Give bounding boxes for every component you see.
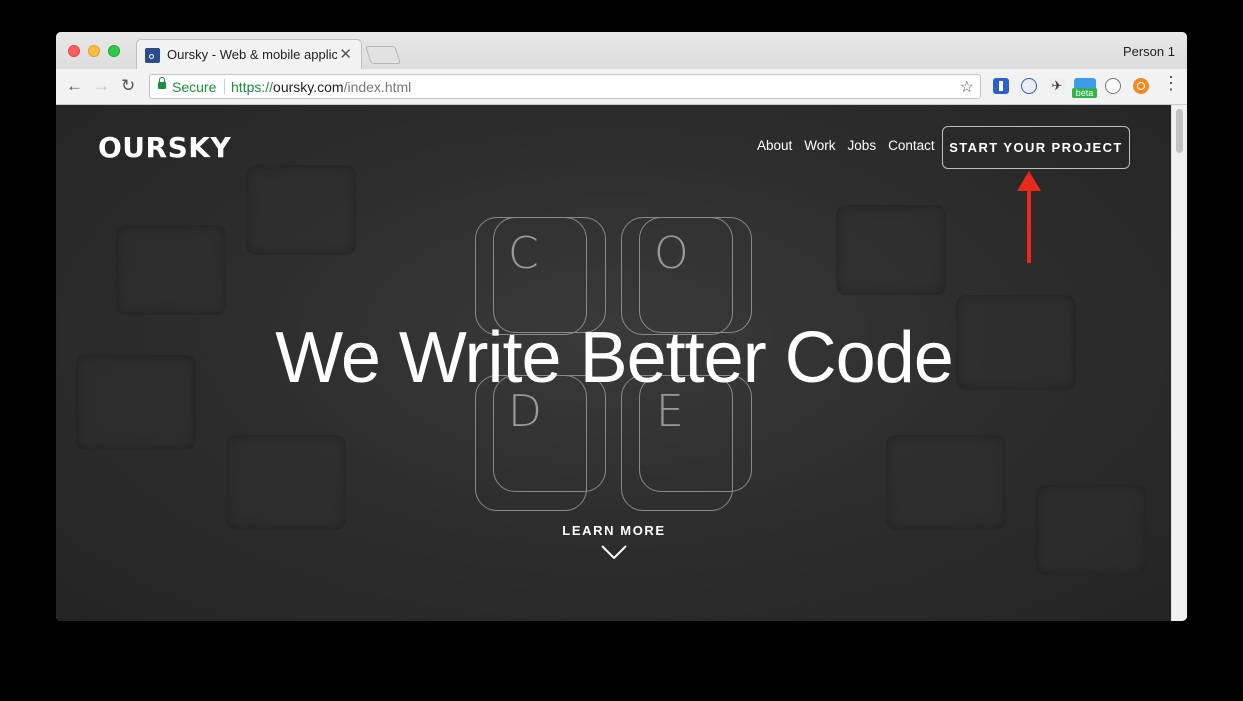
bg-key	[76, 355, 196, 450]
key-letter-o: O	[654, 228, 689, 279]
extension-bird-icon[interactable]: ✈	[1049, 78, 1065, 94]
extension-circle-h-icon[interactable]	[1021, 78, 1037, 94]
nav-about[interactable]: About	[757, 138, 792, 153]
minimize-window-button[interactable]	[88, 45, 100, 57]
lock-icon	[158, 77, 166, 89]
close-window-button[interactable]	[68, 45, 80, 57]
extension-person-icon[interactable]	[1105, 78, 1121, 94]
nav-work[interactable]: Work	[804, 138, 835, 153]
extension-orange-circle-icon[interactable]	[1133, 78, 1149, 94]
tab-title: Oursky - Web & mobile applica	[167, 47, 337, 62]
beta-badge: beta	[1072, 88, 1097, 98]
annotation-arrow-icon	[1017, 171, 1041, 263]
bg-key	[226, 435, 346, 530]
profile-button[interactable]: Person 1	[1123, 44, 1175, 59]
title-bar: Oursky - Web & mobile applica ✕ Person 1	[56, 32, 1187, 69]
oursky-logo[interactable]: OURSKY	[98, 131, 231, 164]
page-viewport: OURSKY About Work Jobs Contact START YOU…	[56, 105, 1171, 621]
bg-key	[956, 295, 1076, 390]
browser-toolbar: ← → ↻ Secure https://oursky.com/index.ht…	[56, 69, 1187, 105]
forward-icon[interactable]: →	[93, 77, 110, 95]
nav-contact[interactable]: Contact	[888, 138, 935, 153]
bg-key	[836, 205, 946, 295]
oursky-favicon-icon	[145, 48, 160, 63]
url-scheme: https://	[231, 79, 274, 95]
nav-jobs[interactable]: Jobs	[848, 138, 877, 153]
bookmark-star-icon[interactable]: ☆	[960, 77, 974, 97]
address-divider	[224, 79, 225, 94]
browser-menu-icon[interactable]: ⋮	[1162, 74, 1180, 92]
url-host: oursky.com	[273, 79, 344, 95]
bg-key	[886, 435, 1006, 530]
tab-oursky[interactable]: Oursky - Web & mobile applica ✕	[136, 39, 362, 69]
address-bar[interactable]: Secure https://oursky.com/index.html ☆	[149, 74, 981, 99]
main-nav: About Work Jobs Contact	[757, 138, 935, 153]
new-tab-button[interactable]	[365, 46, 401, 64]
learn-more-link[interactable]: LEARN MORE	[554, 523, 674, 538]
url-path: /index.html	[343, 79, 412, 95]
bg-key	[1036, 485, 1146, 575]
key-letter-c: C	[508, 228, 539, 279]
page-scrollbar[interactable]	[1171, 105, 1187, 621]
reload-icon[interactable]: ↻	[121, 77, 135, 95]
browser-window: Oursky - Web & mobile applica ✕ Person 1…	[56, 32, 1187, 621]
scrollbar-thumb[interactable]	[1176, 109, 1183, 153]
hero-headline: We Write Better Code	[275, 318, 954, 398]
extension-blue-bar-icon[interactable]	[993, 78, 1009, 94]
url-text[interactable]: https://oursky.com/index.html	[231, 79, 411, 95]
tab-close-icon[interactable]: ✕	[339, 45, 352, 63]
chevron-down-icon[interactable]	[601, 545, 627, 559]
start-your-project-button[interactable]: START YOUR PROJECT	[942, 126, 1130, 169]
bg-key	[116, 225, 226, 315]
back-icon[interactable]: ←	[66, 77, 83, 95]
maximize-window-button[interactable]	[108, 45, 120, 57]
secure-label: Secure	[172, 79, 217, 95]
bg-key	[246, 165, 356, 255]
